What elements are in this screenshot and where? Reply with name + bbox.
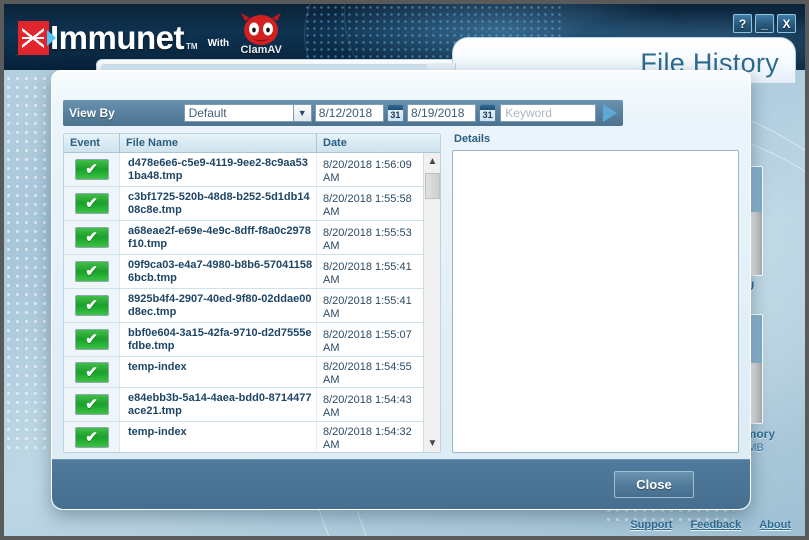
file-history-list-panel: Event File Name Date ✔ d478e6e6-c5e9-4119… [63, 133, 441, 453]
row-event-cell: ✔ [64, 422, 120, 452]
list-vertical-scrollbar[interactable]: ▲ ▼ [423, 153, 440, 452]
list-scroll-area: ✔ d478e6e6-c5e9-4119-9ee2-8c9aa531ba48.tm… [64, 153, 440, 452]
date-from-input[interactable]: 8/12/2018 [314, 104, 384, 122]
minimize-button[interactable]: _ [755, 14, 774, 33]
calendar-icon-to[interactable]: 31 [478, 104, 497, 122]
scrollbar-thumb[interactable] [425, 173, 440, 199]
row-event-cell: ✔ [64, 289, 120, 322]
green-check-icon: ✔ [74, 227, 109, 248]
scroll-down-icon[interactable]: ▼ [424, 435, 440, 452]
green-check-icon: ✔ [74, 361, 109, 383]
immunet-application-window: Immunet TM With ClamAV ? _ X File Histor… [0, 0, 809, 540]
brand-name: Immunet [50, 19, 185, 56]
view-by-select[interactable]: Default ▼ [183, 104, 312, 122]
clamav-logo: ClamAV [235, 13, 287, 57]
immunet-arrow-logo-icon [18, 21, 56, 55]
table-row[interactable]: ✔ c3bf1725-520b-48d8-b252-5d1db1408c8e.tm… [64, 187, 423, 221]
calendar-day-number: 31 [390, 109, 401, 120]
row-date: 8/20/2018 1:55:41 AM [323, 294, 412, 320]
row-date: 8/20/2018 1:56:09 AM [323, 158, 412, 184]
row-date: 8/20/2018 1:55:07 AM [323, 328, 412, 354]
row-event-cell: ✔ [64, 221, 120, 254]
table-row[interactable]: ✔ 8925b4f4-2907-40ed-9f80-02ddae00d8ec.tm… [64, 289, 423, 323]
row-file-name: temp-index [120, 357, 317, 387]
details-header: Details [454, 133, 491, 145]
brand-logo: Immunet TM With ClamAV [18, 13, 287, 57]
green-check-icon: ✔ [74, 193, 109, 214]
table-row[interactable]: ✔ d478e6e6-c5e9-4119-9ee2-8c9aa531ba48.tm… [64, 153, 423, 187]
green-check-icon: ✔ [74, 261, 109, 282]
clamav-wordmark: ClamAV [240, 44, 282, 56]
row-event-cell: ✔ [64, 388, 120, 421]
window-controls: ? _ X [733, 14, 796, 33]
row-date: 8/20/2018 1:54:32 AM [323, 426, 412, 451]
with-label: With [207, 38, 230, 49]
row-event-cell: ✔ [64, 323, 120, 356]
row-event-cell: ✔ [64, 153, 120, 186]
row-date: 8/20/2018 1:54:55 AM [323, 361, 412, 386]
chevron-down-icon: ▼ [292, 105, 311, 121]
row-file-name: bbf0e604-3a15-42fa-9710-d2d7555efdbe.tmp [120, 323, 317, 356]
close-window-button[interactable]: X [777, 14, 796, 33]
file-history-rows: ✔ d478e6e6-c5e9-4119-9ee2-8c9aa531ba48.tm… [64, 153, 423, 452]
table-row[interactable]: ✔ e84ebb3b-5a14-4aea-bdd0-8714477ace21.tm… [64, 388, 423, 422]
footer-links: Support Feedback About [630, 519, 791, 531]
green-check-icon: ✔ [74, 295, 109, 316]
green-check-icon: ✔ [74, 394, 109, 415]
green-check-icon: ✔ [74, 159, 109, 180]
calendar-day-number: 31 [482, 109, 493, 120]
row-file-name: c3bf1725-520b-48d8-b252-5d1db1408c8e.tmp [120, 187, 317, 220]
scroll-up-icon[interactable]: ▲ [424, 153, 440, 170]
close-button[interactable]: Close [614, 471, 694, 498]
row-file-name: d478e6e6-c5e9-4119-9ee2-8c9aa531ba48.tmp [120, 153, 317, 186]
support-link[interactable]: Support [630, 519, 672, 531]
row-file-name: a68eae2f-e69e-4e9c-8dff-f8a0c2978f10.tmp [120, 221, 317, 254]
table-row[interactable]: ✔ temp-index 8/20/2018 1:54:55 AM [64, 357, 423, 388]
list-column-headers: Event File Name Date [64, 134, 440, 153]
row-date: 8/20/2018 1:55:41 AM [323, 260, 412, 286]
view-by-toolbar: View By Default ▼ 8/12/2018 31 8/19/2018… [63, 100, 623, 126]
row-file-name: 09f9ca03-e4a7-4980-b8b6-570411586bcb.tmp [120, 255, 317, 288]
keyword-input[interactable]: Keyword [500, 104, 597, 122]
help-button[interactable]: ? [733, 14, 752, 33]
calendar-icon-from[interactable]: 31 [386, 104, 405, 122]
date-to-input[interactable]: 8/19/2018 [407, 104, 476, 122]
view-by-label: View By [69, 106, 115, 120]
dialog-content: Event File Name Date ✔ d478e6e6-c5e9-4119… [63, 133, 739, 453]
table-row[interactable]: ✔ bbf0e604-3a15-42fa-9710-d2d7555efdbe.tm… [64, 323, 423, 357]
row-file-name: e84ebb3b-5a14-4aea-bdd0-8714477ace21.tmp [120, 388, 317, 421]
dialog-footer: Close [52, 459, 750, 509]
search-go-button[interactable] [603, 104, 618, 122]
row-file-name: temp-index [120, 422, 317, 452]
file-history-dialog: View By Default ▼ 8/12/2018 31 8/19/2018… [51, 70, 751, 510]
view-by-select-value: Default [188, 106, 227, 120]
column-header-event: Event [64, 134, 120, 152]
clamav-devil-head-icon [241, 13, 282, 45]
dialog-body: View By Default ▼ 8/12/2018 31 8/19/2018… [52, 71, 750, 461]
about-link[interactable]: About [759, 519, 791, 531]
row-date: 8/20/2018 1:55:53 AM [323, 226, 412, 252]
row-file-name: 8925b4f4-2907-40ed-9f80-02ddae00d8ec.tmp [120, 289, 317, 322]
table-row[interactable]: ✔ a68eae2f-e69e-4e9c-8dff-f8a0c2978f10.tm… [64, 221, 423, 255]
details-content-box [452, 150, 739, 453]
column-header-date: Date [323, 137, 347, 149]
feedback-link[interactable]: Feedback [690, 519, 741, 531]
row-date: 8/20/2018 1:55:58 AM [323, 192, 412, 218]
table-row[interactable]: ✔ 09f9ca03-e4a7-4980-b8b6-570411586bcb.tm… [64, 255, 423, 289]
trademark-mark: TM [186, 42, 198, 51]
app-background: Immunet TM With ClamAV ? _ X File Histor… [4, 4, 805, 536]
row-event-cell: ✔ [64, 255, 120, 288]
details-panel: Details [452, 133, 739, 453]
green-check-icon: ✔ [74, 329, 109, 350]
table-row[interactable]: ✔ temp-index 8/20/2018 1:54:32 AM [64, 422, 423, 452]
row-event-cell: ✔ [64, 357, 120, 387]
row-event-cell: ✔ [64, 187, 120, 220]
green-check-icon: ✔ [74, 426, 109, 448]
row-date: 8/20/2018 1:54:43 AM [323, 393, 412, 419]
column-header-file-name: File Name [120, 134, 317, 152]
